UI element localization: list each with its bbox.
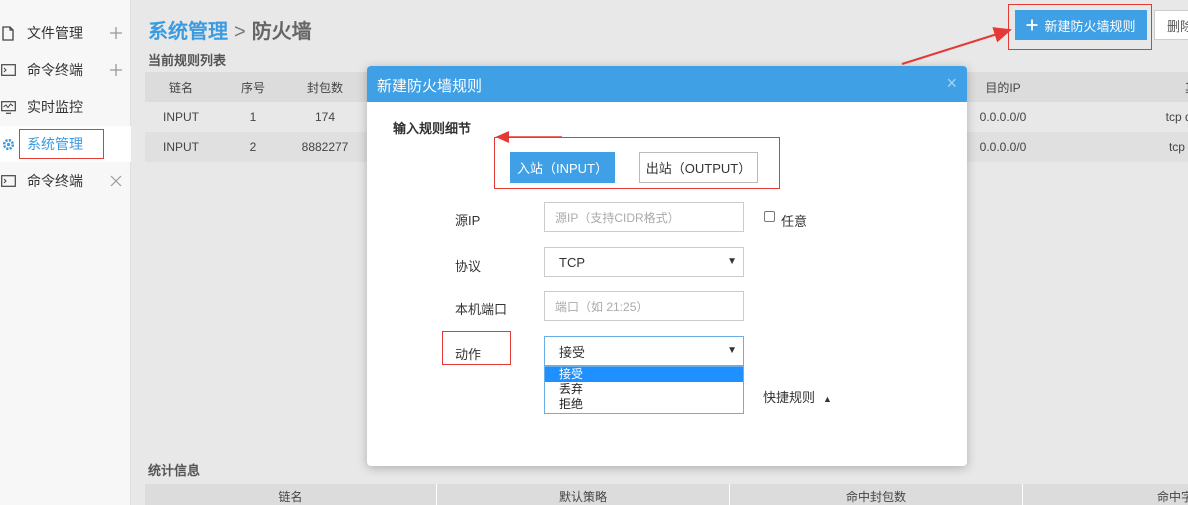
- annotation-arrows: [495, 27, 1012, 143]
- arrow-to-new-rule-button: [901, 27, 1012, 65]
